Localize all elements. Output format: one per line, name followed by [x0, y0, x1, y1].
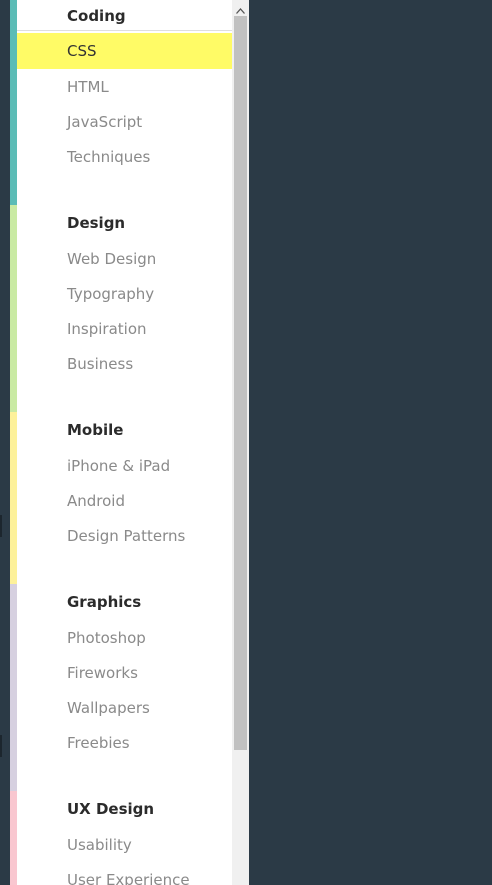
nav-item-usability[interactable]: Usability — [17, 827, 232, 862]
nav-item-label: Techniques — [67, 147, 151, 166]
section-title-graphics: Graphics — [67, 593, 142, 611]
category-nav-panel: Coding CSS HTML JavaScript Techniques De… — [17, 0, 232, 885]
nav-item-label: CSS — [67, 42, 97, 60]
vertical-scrollbar[interactable] — [232, 0, 249, 885]
accent-bar-coding — [10, 0, 17, 205]
nav-item-wallpapers[interactable]: Wallpapers — [17, 690, 232, 725]
accent-bar-ux-design — [10, 791, 17, 885]
nav-item-business[interactable]: Business — [17, 346, 232, 381]
left-edge-strip — [0, 0, 10, 885]
nav-item-label: iPhone & iPad — [67, 456, 171, 475]
edge-marker — [0, 735, 2, 757]
nav-item-css[interactable]: CSS — [17, 33, 232, 69]
section-divider — [17, 30, 232, 31]
section-title-coding: Coding — [67, 7, 126, 25]
nav-item-fireworks[interactable]: Fireworks — [17, 655, 232, 690]
nav-item-iphone-ipad[interactable]: iPhone & iPad — [17, 448, 232, 483]
nav-item-label: Android — [67, 491, 125, 510]
edge-marker — [0, 515, 2, 537]
nav-item-label: Typography — [67, 284, 155, 303]
nav-item-label: Wallpapers — [67, 698, 150, 717]
chevron-up-icon — [236, 0, 245, 18]
nav-item-html[interactable]: HTML — [17, 69, 232, 104]
scrollbar-thumb[interactable] — [234, 16, 247, 750]
nav-item-label: Freebies — [67, 733, 130, 752]
nav-item-javascript[interactable]: JavaScript — [17, 104, 232, 139]
accent-bar-design — [10, 205, 17, 412]
section-title-design: Design — [67, 214, 126, 232]
nav-item-label: User Experience — [67, 870, 190, 885]
nav-item-label: Business — [67, 354, 134, 373]
nav-item-label: Inspiration — [67, 319, 147, 338]
nav-item-design-patterns[interactable]: Design Patterns — [17, 518, 232, 553]
nav-item-label: HTML — [67, 77, 109, 96]
accent-bar-mobile — [10, 412, 17, 584]
nav-item-label: Web Design — [67, 249, 157, 268]
nav-item-inspiration[interactable]: Inspiration — [17, 311, 232, 346]
nav-item-techniques[interactable]: Techniques — [17, 139, 232, 174]
nav-item-user-experience[interactable]: User Experience — [17, 862, 232, 885]
section-title-ux-design: UX Design — [67, 800, 155, 818]
nav-item-label: JavaScript — [67, 112, 143, 131]
nav-item-freebies[interactable]: Freebies — [17, 725, 232, 760]
nav-item-label: Usability — [67, 835, 132, 854]
nav-item-photoshop[interactable]: Photoshop — [17, 620, 232, 655]
nav-item-android[interactable]: Android — [17, 483, 232, 518]
section-title-mobile: Mobile — [67, 421, 124, 439]
accent-bar-graphics — [10, 584, 17, 791]
nav-item-label: Fireworks — [67, 663, 138, 682]
nav-item-label: Photoshop — [67, 628, 146, 647]
scroll-up-button[interactable] — [232, 0, 249, 16]
nav-item-label: Design Patterns — [67, 526, 186, 545]
nav-item-typography[interactable]: Typography — [17, 276, 232, 311]
nav-item-web-design[interactable]: Web Design — [17, 241, 232, 276]
